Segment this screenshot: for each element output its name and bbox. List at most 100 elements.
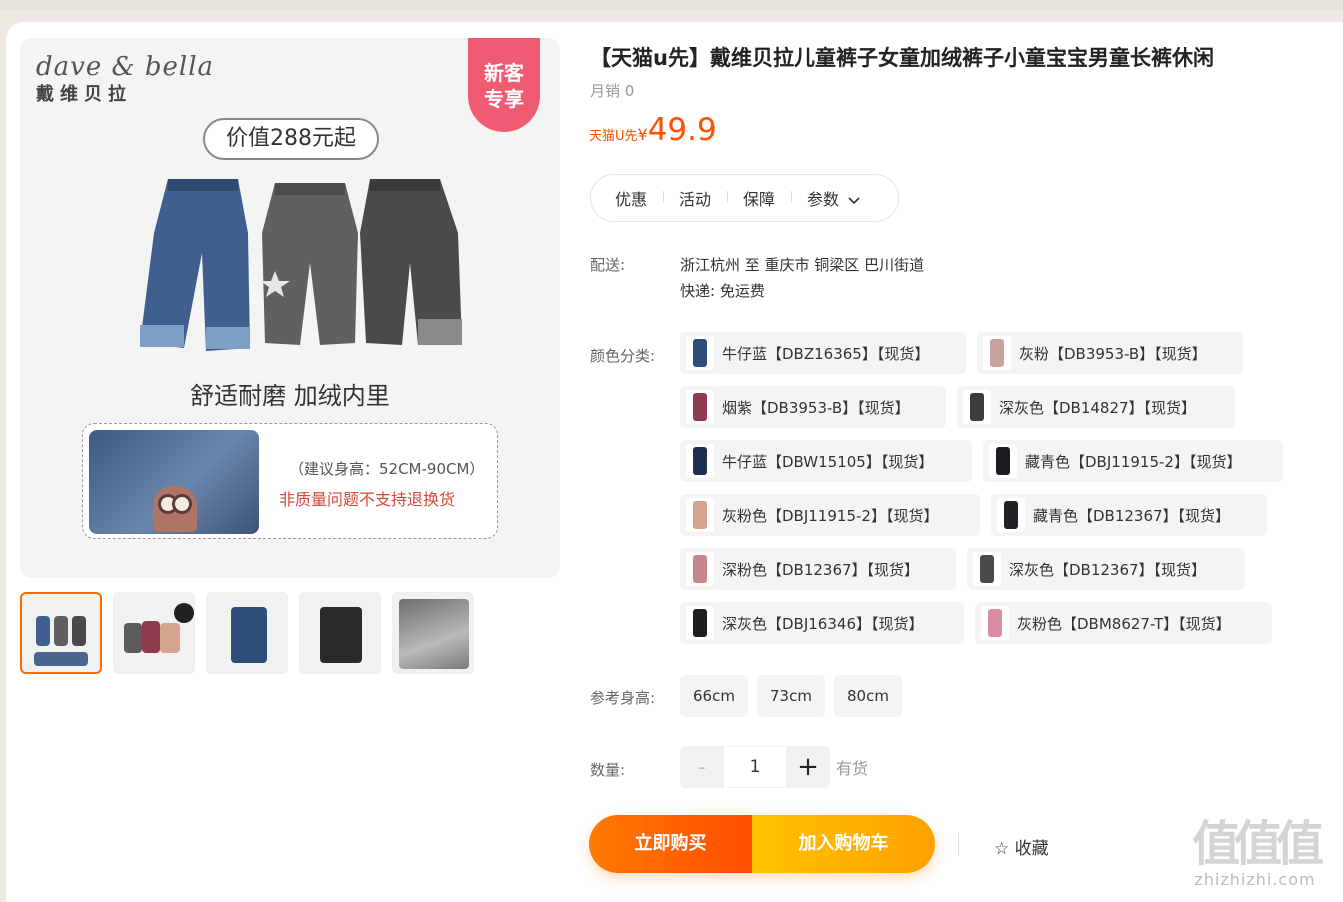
color-option-label: 藏青色【DBJ11915-2】【现货】 bbox=[1025, 452, 1242, 471]
grey-jogger-pants bbox=[262, 183, 358, 345]
color-swatch bbox=[686, 552, 714, 586]
quantity-label: 数量: bbox=[590, 761, 626, 779]
brand-logo-cn: 戴维贝拉 bbox=[36, 84, 132, 105]
color-swatch bbox=[686, 498, 714, 532]
swatch-fill bbox=[990, 339, 1004, 367]
shipping-route[interactable]: 浙江杭州 至 重庆市 铜梁区 巴川街道 bbox=[680, 254, 924, 275]
color-swatch bbox=[981, 606, 1009, 640]
info-tabs: 优惠 活动 保障 参数 bbox=[590, 174, 900, 222]
buy-now-button[interactable]: 立即购买 bbox=[589, 815, 752, 873]
tab-params-label: 参数 bbox=[807, 190, 840, 209]
watermark: 值值值 zhizhizhi.com bbox=[1192, 816, 1324, 889]
color-option-label: 灰粉色【DBM8627-T】【现货】 bbox=[1017, 614, 1231, 633]
chevron-down-icon bbox=[848, 197, 860, 205]
purchase-buttons: 立即购买 加入购物车 bbox=[589, 815, 935, 873]
favorite-button[interactable]: ☆ 收藏 bbox=[994, 834, 1049, 859]
swatch-fill bbox=[988, 609, 1002, 637]
color-option[interactable]: 灰粉色【DBM8627-T】【现货】 bbox=[975, 602, 1272, 644]
swatch-fill bbox=[996, 447, 1010, 475]
thumbnail-4[interactable] bbox=[299, 592, 381, 674]
owl-patch-icon bbox=[153, 486, 197, 532]
size-option-73[interactable]: 73cm bbox=[757, 675, 825, 717]
color-label: 颜色分类: bbox=[590, 347, 656, 365]
color-option-label: 灰粉【DB3953-B】【现货】 bbox=[1019, 344, 1207, 363]
color-swatch bbox=[989, 444, 1017, 478]
top-strip bbox=[0, 0, 1343, 10]
main-product-image[interactable]: dave & bella 戴维贝拉 新客 专享 价值288元起 舒适耐磨 加绒内… bbox=[20, 38, 560, 578]
height-hint: （建议身高：52CM-90CM） bbox=[289, 460, 485, 478]
color-swatch bbox=[686, 444, 714, 478]
quantity-input[interactable]: 1 bbox=[726, 746, 784, 788]
price-value: 49.9 bbox=[647, 112, 717, 148]
color-swatch bbox=[997, 498, 1025, 532]
swatch-fill bbox=[693, 609, 707, 637]
shipping-express: 快递: 免运费 bbox=[680, 282, 765, 300]
swatch-fill bbox=[693, 339, 707, 367]
quantity-increment-button[interactable]: + bbox=[786, 746, 830, 788]
color-swatch bbox=[973, 552, 1001, 586]
price-tag: 天猫U先 bbox=[589, 129, 638, 144]
quantity-decrement-button[interactable]: - bbox=[680, 746, 724, 788]
color-swatch bbox=[963, 390, 991, 424]
swatch-fill bbox=[693, 555, 707, 583]
color-option[interactable]: 深灰色【DB12367】【现货】 bbox=[967, 548, 1245, 590]
ribbon-line-1: 新客 bbox=[484, 61, 524, 85]
thumbnail-5[interactable] bbox=[392, 592, 474, 674]
swatch-fill bbox=[970, 393, 984, 421]
currency-symbol: ¥ bbox=[637, 125, 648, 144]
watermark-url: zhizhizhi.com bbox=[1194, 870, 1316, 889]
color-swatch bbox=[983, 336, 1011, 370]
color-swatch bbox=[686, 606, 714, 640]
size-option-80[interactable]: 80cm bbox=[834, 675, 902, 717]
denim-closeup bbox=[89, 430, 259, 534]
color-option[interactable]: 牛仔蓝【DBZ16365】【现货】 bbox=[680, 332, 966, 374]
price-row: 天猫U先¥49.9 bbox=[589, 112, 717, 148]
color-option-label: 深灰色【DB14827】【现货】 bbox=[999, 398, 1197, 417]
size-label: 参考身高: bbox=[590, 689, 656, 707]
color-swatch bbox=[686, 336, 714, 370]
comfort-caption: 舒适耐磨 加绒内里 bbox=[190, 382, 390, 410]
size-option-66[interactable]: 66cm bbox=[680, 675, 748, 717]
tab-params[interactable]: 参数 bbox=[791, 186, 876, 210]
color-option-label: 灰粉色【DBJ11915-2】【现货】 bbox=[722, 506, 939, 525]
color-option[interactable]: 深灰色【DB14827】【现货】 bbox=[957, 386, 1235, 428]
action-divider bbox=[958, 834, 959, 856]
add-to-cart-button[interactable]: 加入购物车 bbox=[752, 815, 935, 873]
color-option[interactable]: 藏青色【DB12367】【现货】 bbox=[991, 494, 1267, 536]
monthly-sales: 月销 0 bbox=[590, 82, 635, 100]
swatch-fill bbox=[693, 501, 707, 529]
swatch-fill bbox=[693, 447, 707, 475]
thumbnail-3[interactable] bbox=[206, 592, 288, 674]
swatch-fill bbox=[1004, 501, 1018, 529]
quantity-stepper: - 1 + 有货 bbox=[680, 746, 868, 788]
return-notice: 非质量问题不支持退换货 bbox=[279, 490, 456, 509]
color-option-label: 深粉色【DB12367】【现货】 bbox=[722, 560, 920, 579]
watermark-logo: 值值值 bbox=[1192, 816, 1324, 872]
value-pill: 价值288元起 bbox=[203, 118, 379, 160]
color-option[interactable]: 灰粉【DB3953-B】【现货】 bbox=[977, 332, 1243, 374]
thumbnail-strip bbox=[20, 592, 474, 674]
tab-activity[interactable]: 活动 bbox=[663, 186, 727, 210]
stock-status: 有货 bbox=[836, 759, 869, 778]
info-box: （建议身高：52CM-90CM） 非质量问题不支持退换货 bbox=[82, 423, 498, 539]
new-customer-ribbon: 新客 专享 bbox=[468, 38, 540, 132]
thumbnail-2[interactable] bbox=[113, 592, 195, 674]
color-option[interactable]: 深粉色【DB12367】【现货】 bbox=[680, 548, 956, 590]
color-option[interactable]: 灰粉色【DBJ11915-2】【现货】 bbox=[680, 494, 980, 536]
color-option-label: 牛仔蓝【DBW15105】【现货】 bbox=[722, 452, 934, 471]
pants-illustration bbox=[140, 179, 462, 351]
color-option[interactable]: 烟紫【DB3953-B】【现货】 bbox=[680, 386, 946, 428]
swatch-fill bbox=[693, 393, 707, 421]
color-option[interactable]: 牛仔蓝【DBW15105】【现货】 bbox=[680, 440, 972, 482]
color-option-label: 深灰色【DB12367】【现货】 bbox=[1009, 560, 1207, 579]
color-option-label: 深灰色【DBJ16346】【现货】 bbox=[722, 614, 924, 633]
color-option-label: 藏青色【DB12367】【现货】 bbox=[1033, 506, 1231, 525]
color-option[interactable]: 藏青色【DBJ11915-2】【现货】 bbox=[983, 440, 1283, 482]
shipping-label: 配送: bbox=[590, 256, 626, 274]
color-option[interactable]: 深灰色【DBJ16346】【现货】 bbox=[680, 602, 964, 644]
ribbon-line-2: 专享 bbox=[484, 87, 524, 111]
color-option-label: 牛仔蓝【DBZ16365】【现货】 bbox=[722, 344, 930, 363]
tab-discount[interactable]: 优惠 bbox=[615, 186, 663, 210]
thumbnail-1[interactable] bbox=[20, 592, 102, 674]
tab-guarantee[interactable]: 保障 bbox=[727, 186, 791, 210]
